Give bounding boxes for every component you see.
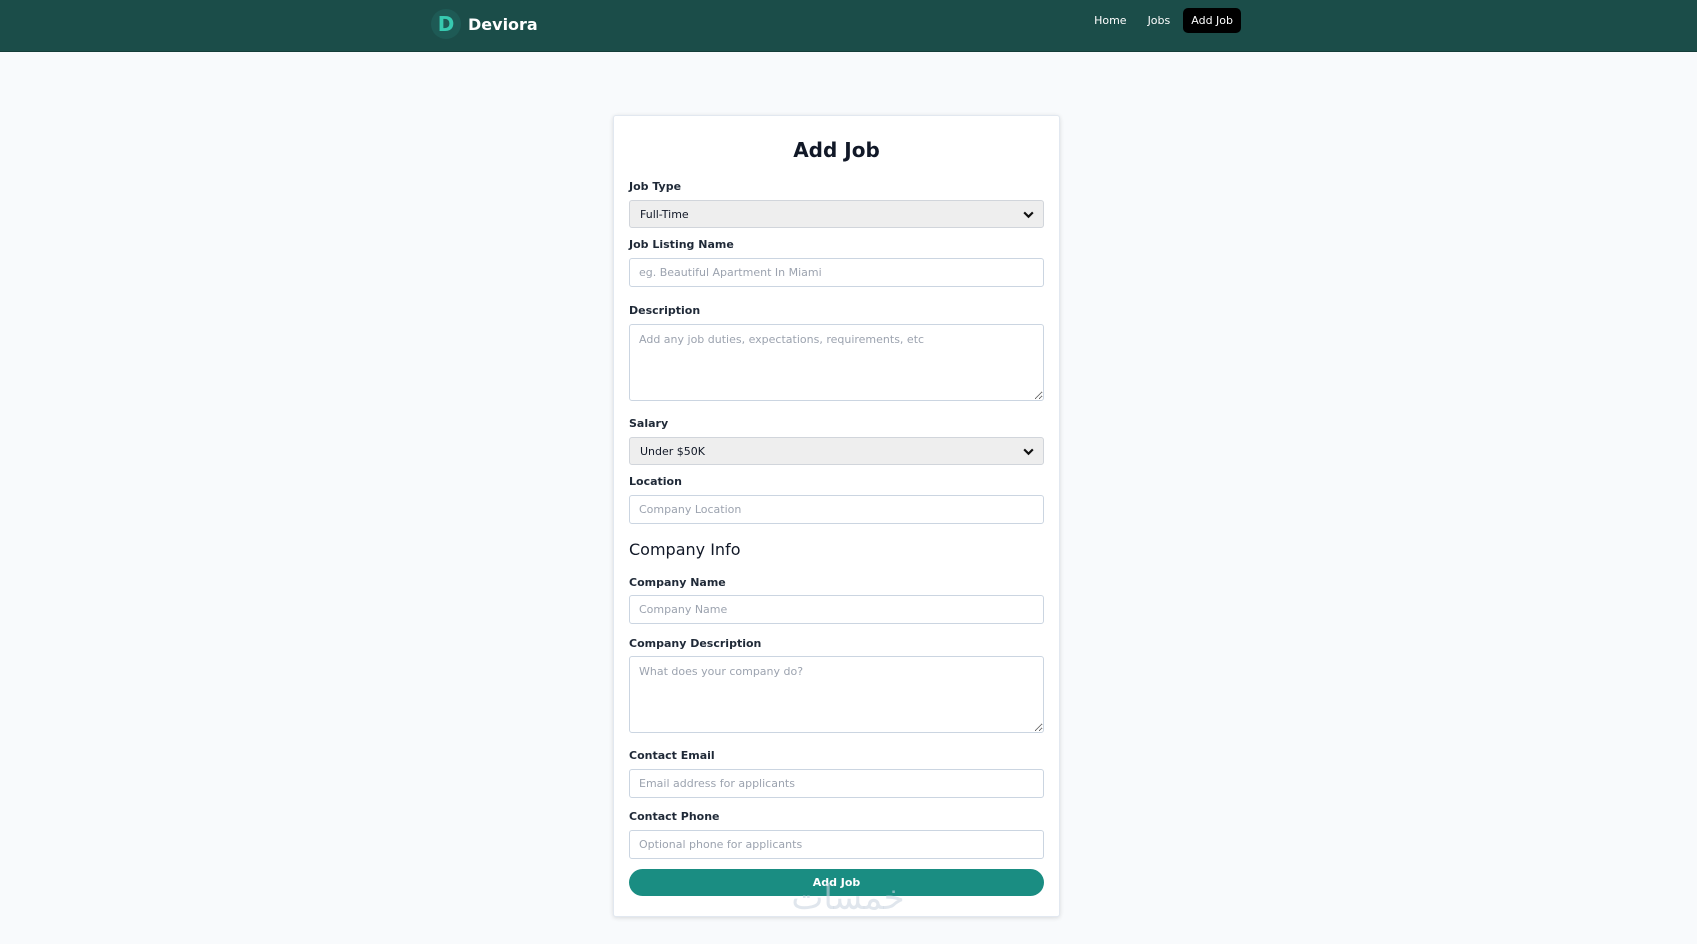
job-type-value: Full-Time bbox=[640, 207, 689, 221]
nav-links: Home Jobs Add Job bbox=[1081, 8, 1241, 33]
salary-label: Salary bbox=[629, 417, 669, 430]
location-label: Location bbox=[629, 475, 682, 488]
company-name-input[interactable] bbox=[629, 595, 1044, 624]
contact-email-label: Contact Email bbox=[629, 749, 715, 762]
logo-icon: D bbox=[431, 9, 461, 39]
location-input[interactable] bbox=[629, 495, 1044, 524]
company-name-label: Company Name bbox=[629, 576, 726, 589]
company-description-textarea[interactable] bbox=[629, 656, 1044, 733]
job-type-select[interactable]: Full-Time bbox=[629, 200, 1044, 228]
description-textarea[interactable] bbox=[629, 324, 1044, 401]
contact-phone-label: Contact Phone bbox=[629, 810, 720, 823]
description-label: Description bbox=[629, 304, 701, 317]
job-type-label: Job Type bbox=[629, 180, 682, 193]
job-listing-name-input[interactable] bbox=[629, 258, 1044, 287]
salary-value: Under $50K bbox=[640, 444, 706, 458]
salary-select[interactable]: Under $50K bbox=[629, 437, 1044, 465]
job-listing-name-label: Job Listing Name bbox=[629, 238, 734, 251]
contact-phone-input[interactable] bbox=[629, 830, 1044, 859]
brand-name: Deviora bbox=[468, 14, 538, 34]
nav-home-link[interactable]: Home bbox=[1086, 8, 1134, 33]
form-title: Add Job bbox=[793, 138, 880, 162]
nav-add-job-link[interactable]: Add Job bbox=[1183, 8, 1241, 33]
company-info-heading: Company Info bbox=[629, 540, 741, 559]
chevron-down-icon bbox=[1023, 448, 1034, 455]
navbar: D Deviora Home Jobs Add Job bbox=[0, 0, 1697, 52]
company-description-label: Company Description bbox=[629, 637, 762, 650]
contact-email-input[interactable] bbox=[629, 769, 1044, 798]
brand[interactable]: D Deviora bbox=[431, 9, 538, 39]
chevron-down-icon bbox=[1023, 211, 1034, 218]
add-job-form-card: Add Job Job Type Full-Time Job Listing N… bbox=[613, 115, 1060, 917]
watermark-logo: خمسات bbox=[791, 878, 905, 918]
nav-jobs-link[interactable]: Jobs bbox=[1140, 8, 1179, 33]
